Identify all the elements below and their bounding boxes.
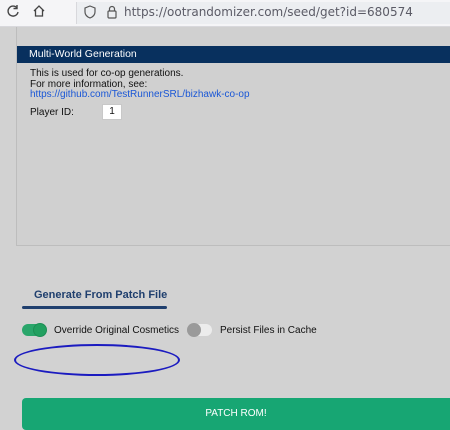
persist-label: Persist Files in Cache: [220, 324, 317, 336]
switch-knob: [187, 323, 201, 337]
tab-generate-from-patch[interactable]: Generate From Patch File: [34, 289, 167, 301]
player-id-row: Player ID: 1: [30, 104, 122, 120]
player-id-label: Player ID:: [30, 107, 74, 118]
browser-toolbar: https://ootrandomizer.com/seed/get?id=68…: [0, 0, 450, 27]
annotation-circle: [14, 344, 180, 376]
desc-line-1: This is used for co-op generations.: [30, 68, 184, 79]
multiworld-description: This is used for co-op generations. For …: [30, 68, 250, 101]
tab-underline: [22, 306, 167, 309]
url-text[interactable]: https://ootrandomizer.com/seed/get?id=68…: [124, 5, 413, 19]
override-cosmetics-toggle[interactable]: Override Original Cosmetics: [22, 323, 180, 337]
home-icon[interactable]: [30, 4, 48, 22]
persist-switch[interactable]: [187, 323, 212, 337]
patch-rom-button[interactable]: PATCH ROM!: [22, 398, 450, 430]
page-content: Multi-World Generation This is used for …: [0, 27, 450, 430]
persist-files-toggle[interactable]: Persist Files in Cache: [187, 323, 317, 337]
player-id-input[interactable]: 1: [102, 104, 122, 120]
override-label: Override Original Cosmetics: [54, 324, 180, 336]
panel-title: Multi-World Generation: [17, 46, 450, 63]
coop-link[interactable]: https://github.com/TestRunnerSRL/bizhawk…: [30, 89, 250, 100]
override-switch[interactable]: [22, 323, 47, 337]
shield-icon[interactable]: [84, 5, 96, 19]
lock-icon: [106, 5, 118, 19]
switch-knob: [33, 323, 47, 337]
refresh-icon[interactable]: [4, 4, 22, 22]
